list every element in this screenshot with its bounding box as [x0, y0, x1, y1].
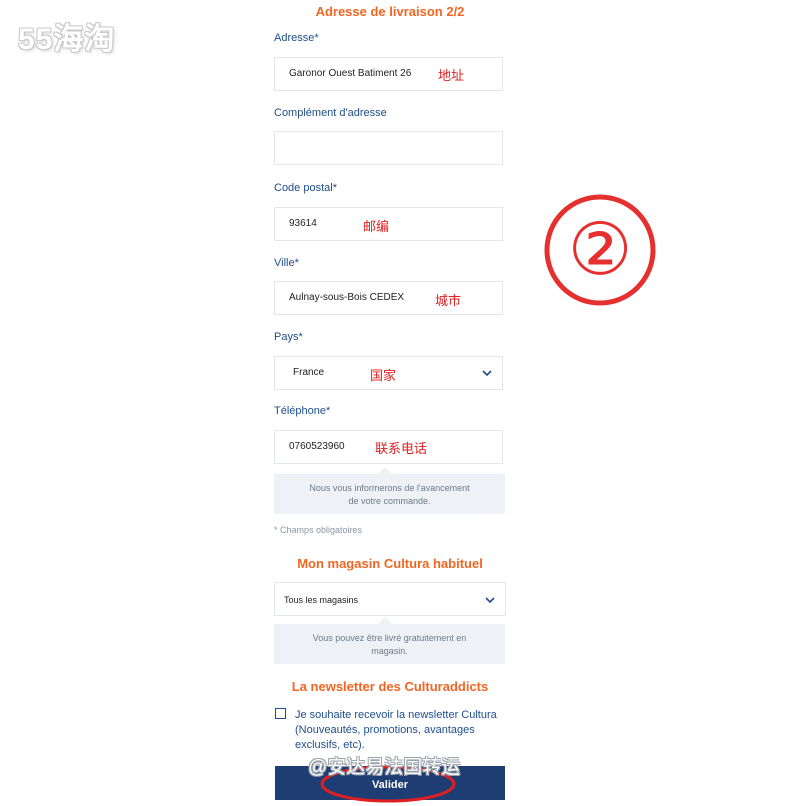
complement-field[interactable]	[274, 131, 503, 165]
city-annotation: 城市	[435, 293, 462, 308]
city-label: Ville*	[274, 257, 299, 269]
step-two-text: ②	[568, 207, 633, 291]
city-value: Aulnay-sous-Bois CEDEX	[289, 292, 405, 303]
store-select-value: Tous les magasins	[284, 595, 359, 605]
newsletter-checkbox[interactable]	[275, 708, 286, 719]
hint-arrow	[378, 617, 392, 624]
forum-watermark: @安达易法国转运	[308, 757, 461, 778]
store-hint-line2: magasin.	[371, 646, 408, 656]
city-field[interactable]: Aulnay-sous-Bois CEDEX	[274, 281, 503, 315]
required-note: * Champs obligatoires	[274, 525, 363, 535]
store-select[interactable]: Tous les magasins	[274, 582, 506, 616]
site-watermark: 55海淘	[18, 23, 116, 56]
phone-hint-line1: Nous vous informerons de l'avancement	[309, 483, 470, 493]
phone-hint-line2: de votre commande.	[348, 496, 431, 506]
phone-hint: Nous vous informerons de l'avancement de…	[274, 467, 505, 514]
address-label: Adresse*	[274, 32, 319, 44]
country-annotation: 国家	[370, 368, 397, 383]
country-value: France	[293, 367, 325, 378]
address-field[interactable]: Garonor Ouest Batiment 26	[274, 57, 503, 91]
newsletter-title: La newsletter des Culturaddicts	[291, 679, 489, 694]
complement-label: Complément d'adresse	[274, 107, 387, 119]
chevron-down-icon	[485, 597, 495, 604]
page-title: Adresse de livraison 2/2	[315, 4, 465, 19]
store-hint: Vous pouvez être livré gratuitement en m…	[274, 617, 505, 664]
phone-annotation: 联系电话	[375, 441, 428, 456]
postal-value: 93614	[289, 218, 317, 229]
store-hint-line1: Vous pouvez être livré gratuitement en	[312, 633, 467, 643]
address-annotation: 地址	[438, 68, 465, 83]
phone-value: 0760523960	[289, 441, 345, 452]
hint-arrow	[378, 467, 392, 474]
step-two-marker-icon: ②	[544, 194, 656, 306]
postal-label: Code postal*	[274, 182, 337, 194]
postal-annotation: 邮编	[363, 219, 390, 234]
phone-label: Téléphone*	[274, 405, 331, 417]
country-label: Pays*	[274, 331, 303, 343]
newsletter-checkbox-label: Je souhaite recevoir la newsletter Cultu…	[295, 709, 497, 751]
chevron-down-icon	[482, 370, 492, 377]
store-section-title: Mon magasin Cultura habituel	[297, 556, 483, 571]
address-value: Garonor Ouest Batiment 26	[289, 68, 412, 79]
